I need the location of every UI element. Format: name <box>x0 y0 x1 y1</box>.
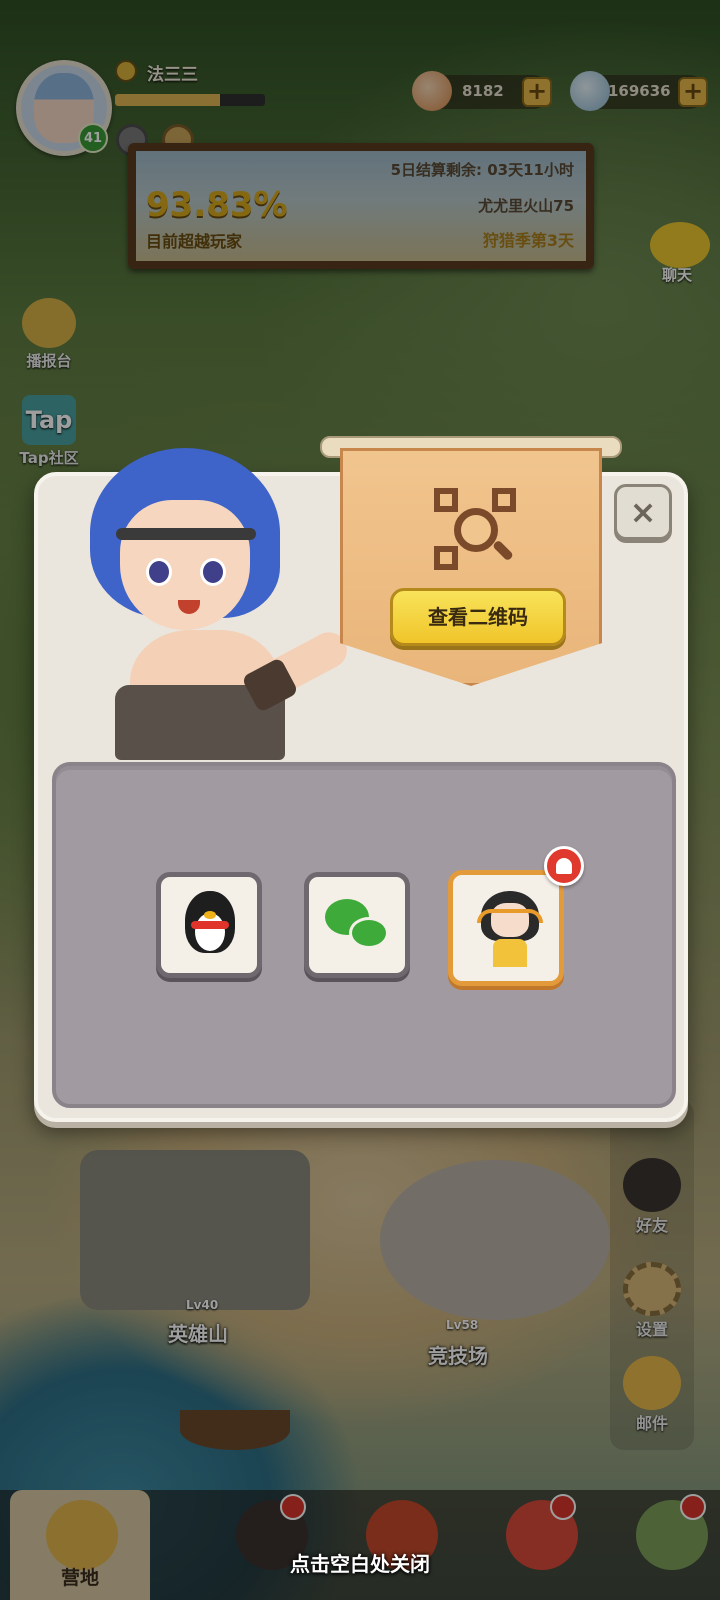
support-girl-icon <box>477 891 543 967</box>
bell-icon <box>544 846 584 886</box>
hero-character <box>70 430 354 760</box>
share-qq-button[interactable] <box>156 872 262 978</box>
close-icon: × <box>629 493 657 531</box>
customer-support-button[interactable] <box>448 870 564 986</box>
qq-penguin-icon <box>185 891 235 957</box>
hero-eye <box>200 558 226 586</box>
close-button[interactable]: × <box>614 484 672 540</box>
qr-search-icon <box>434 488 516 570</box>
share-wechat-button[interactable] <box>304 872 410 978</box>
close-hint: 点击空白处关闭 <box>290 1552 430 1576</box>
hero-eye <box>146 558 172 586</box>
hero-headband <box>116 528 256 540</box>
view-qr-code-button[interactable]: 查看二维码 <box>390 588 566 646</box>
